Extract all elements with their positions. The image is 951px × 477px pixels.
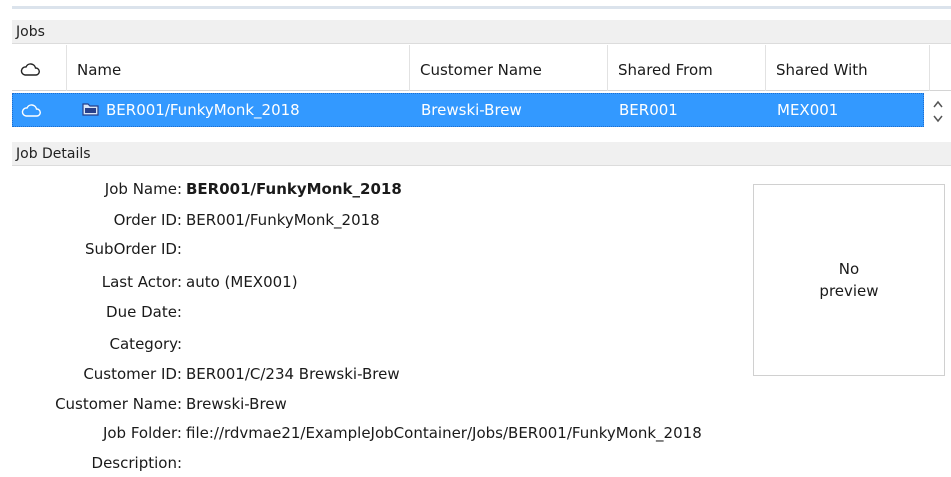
detail-label: Job Folder: [102,424,182,442]
jobs-table-header: Name Customer Name Shared From Shared Wi… [12,45,951,91]
scroll-arrows-icon[interactable] [930,96,946,126]
detail-value: BER001/FunkyMonk_2018 [186,211,380,229]
row-shared-from-cell: BER001 [619,101,678,119]
preview-text: No preview [789,258,909,302]
detail-label: Order ID: [113,211,182,229]
job-details-section-title: Job Details [12,142,951,166]
preview-line-2: preview [819,282,879,300]
cloud-icon [21,104,41,117]
detail-label: Last Actor: [101,273,182,291]
row-customer-name-cell: Brewski-Brew [421,101,522,119]
row-shared-with-cell: MEX001 [777,101,839,119]
column-header-customer-name[interactable]: Customer Name [410,45,608,91]
folder-icon [82,103,99,116]
column-header-name[interactable]: Name [67,45,410,91]
detail-label: Customer Name: [55,395,182,413]
column-header-cloud[interactable] [12,45,67,91]
detail-value: Brewski-Brew [186,395,287,413]
detail-label: Description: [91,454,182,472]
row-name-cell: BER001/FunkyMonk_2018 [68,94,411,126]
column-header-filler [930,45,951,91]
table-row[interactable]: BER001/FunkyMonk_2018 Brewski-Brew BER00… [12,93,924,127]
row-name-text: BER001/FunkyMonk_2018 [106,101,300,119]
detail-label: Category: [109,335,182,353]
detail-label: Job Name: [104,180,182,198]
top-border [12,6,951,9]
jobs-section-title: Jobs [12,20,951,44]
column-header-shared-from[interactable]: Shared From [608,45,766,91]
column-header-shared-with[interactable]: Shared With [766,45,930,91]
job-folder-link[interactable]: file://rdvmae21/ExampleJobContainer/Jobs… [186,421,702,445]
detail-label: SubOrder ID: [85,240,182,258]
detail-value: BER001/FunkyMonk_2018 [186,180,402,198]
detail-value: auto (MEX001) [186,273,298,291]
row-cloud-cell [13,94,68,126]
detail-label: Customer ID: [83,365,182,383]
detail-label: Due Date: [106,303,182,321]
preview-line-1: No [838,260,860,278]
cloud-icon [20,63,40,76]
preview-box: No preview [753,184,945,376]
detail-value: BER001/C/234 Brewski-Brew [186,365,400,383]
